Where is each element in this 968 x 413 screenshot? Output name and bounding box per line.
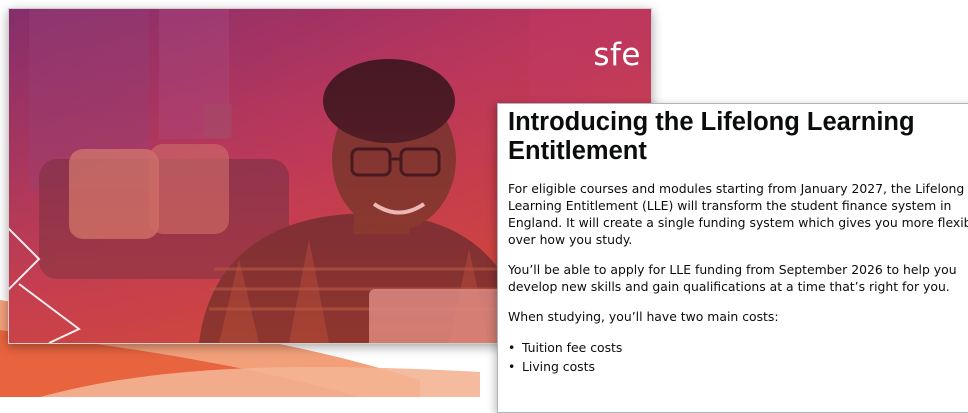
intro-line-2: Learning Entitlement (LLE) will transfor… [508,198,952,213]
list-item: • Living costs [508,357,968,376]
list-item: • Tuition fee costs [508,338,968,357]
apply-line-2: develop new skills and gain qualificatio… [508,279,950,294]
sfe-logo: sfe [593,37,641,73]
article-title: Introducing the Lifelong Learning Entitl… [508,108,915,165]
bullet-icon: • [508,359,516,374]
article-panel: Introducing the Lifelong Learning Entitl… [497,103,968,413]
intro-paragraph: For eligible courses and modules startin… [508,180,968,248]
cost-living: Living costs [522,359,595,374]
apply-line-1: You’ll be able to apply for LLE funding … [508,262,957,277]
bullet-icon: • [508,340,516,355]
costs-list: • Tuition fee costs • Living costs [508,338,968,376]
cost-tuition: Tuition fee costs [522,340,623,355]
apply-paragraph: You’ll be able to apply for LLE funding … [508,261,968,295]
intro-line-4: over how you study. [508,232,633,247]
intro-line-1: For eligible courses and modules startin… [508,181,965,196]
costs-intro: When studying, you’ll have two main cost… [508,309,779,324]
intro-line-3: England. It will create a single funding… [508,215,968,230]
